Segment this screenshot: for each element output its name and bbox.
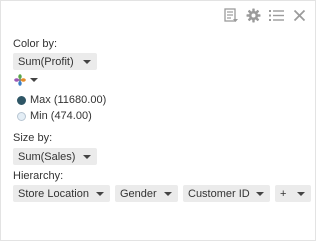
hierarchy-item-label: Customer ID [188, 187, 250, 200]
list-settings-icon[interactable] [267, 6, 286, 25]
chevron-down-icon [256, 191, 264, 196]
chevron-down-icon [297, 191, 305, 196]
hierarchy-item-customer-id[interactable]: Customer ID [183, 185, 270, 202]
chevron-down-icon [164, 191, 172, 196]
chevron-down-icon [30, 78, 38, 82]
add-hierarchy-button[interactable]: + [275, 185, 311, 202]
chevron-down-icon [96, 191, 104, 196]
legend-item-max: Max (11680.00) [17, 94, 106, 106]
color-by-value: Sum(Profit) [18, 55, 74, 68]
color-by-label: Color by: [13, 38, 58, 50]
export-list-icon[interactable] [221, 6, 240, 25]
hierarchy-item-gender[interactable]: Gender [115, 185, 178, 202]
hierarchy-item-store-location[interactable]: Store Location [13, 185, 110, 202]
hierarchy-item-label: Gender [120, 187, 157, 200]
min-color-swatch[interactable] [17, 111, 26, 121]
legend-max-label: Max (11680.00) [30, 94, 107, 106]
legend-item-min: Min (474.00) [17, 110, 92, 122]
hierarchy-label: Hierarchy: [13, 170, 64, 182]
legend-min-label: Min (474.00) [30, 110, 92, 122]
gear-icon[interactable] [244, 6, 263, 25]
close-icon[interactable] [290, 6, 309, 25]
chevron-down-icon [83, 154, 91, 159]
size-by-label: Size by: [13, 132, 53, 144]
panel-toolbar [221, 6, 309, 25]
size-by-value: Sum(Sales) [18, 150, 76, 163]
size-by-dropdown[interactable]: Sum(Sales) [13, 148, 97, 165]
color-palette-icon [14, 74, 26, 86]
add-icon: + [280, 187, 287, 200]
color-settings-panel: Color by: Sum(Profit) Max (11680.00) Min… [0, 0, 316, 241]
color-by-dropdown[interactable]: Sum(Profit) [13, 53, 97, 70]
hierarchy-item-label: Store Location [18, 187, 89, 200]
chevron-down-icon [83, 59, 91, 64]
color-scheme-picker[interactable] [14, 74, 38, 86]
max-color-swatch[interactable] [17, 95, 26, 105]
